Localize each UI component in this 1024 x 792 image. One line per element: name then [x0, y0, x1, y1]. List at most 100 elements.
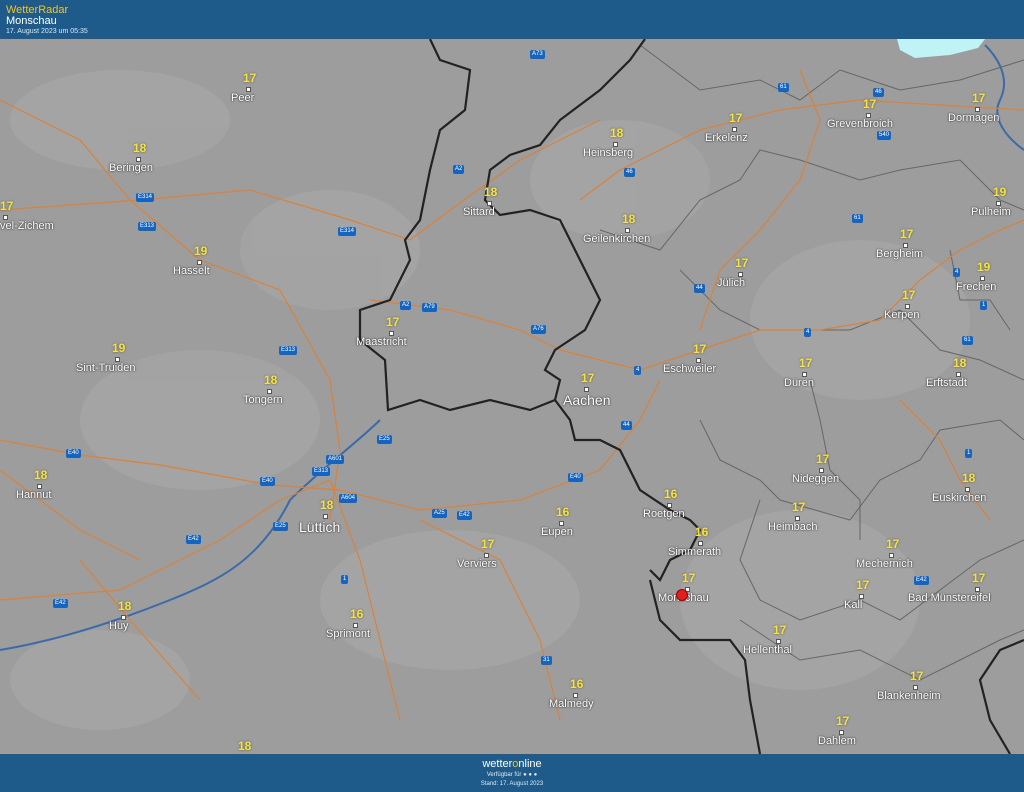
city-name[interactable]: Beringen	[109, 162, 153, 174]
city-name[interactable]: Kall	[844, 599, 862, 611]
city-name[interactable]: Aachen	[563, 392, 610, 408]
stand-text: Stand: 17. August 2023	[480, 781, 544, 787]
road-sign: A25	[432, 509, 447, 518]
city-name[interactable]: Lüttich	[299, 519, 340, 535]
city-name[interactable]: Eupen	[541, 526, 573, 538]
city-name[interactable]: Huy	[109, 620, 129, 632]
road-sign: E42	[914, 576, 929, 585]
road-sign: 61	[852, 214, 863, 223]
wetteronline-logo[interactable]: wetteronline	[0, 758, 1024, 770]
city-temperature: 17	[972, 91, 986, 105]
city-name[interactable]: Dormagen	[948, 112, 999, 124]
road-sign: 4	[804, 328, 812, 337]
road-sign: 540	[877, 131, 892, 140]
city-temperature: 19	[194, 244, 208, 258]
city-name[interactable]: Erkelenz	[705, 132, 748, 144]
city-name[interactable]: Bad Münstereifel	[908, 592, 991, 604]
road-sign: E313	[138, 222, 157, 231]
road-sign: E314	[136, 193, 155, 202]
road-sign: E42	[53, 599, 68, 608]
road-sign: E40	[66, 449, 81, 458]
city-name[interactable]: vel-Zichem	[0, 220, 54, 232]
road-sign: E25	[273, 522, 288, 531]
city-name[interactable]: Erftstadt	[926, 377, 967, 389]
city-name[interactable]: Blankenheim	[877, 690, 941, 702]
city-temperature: 16	[350, 607, 364, 621]
city-temperature: 19	[993, 185, 1007, 199]
city-name[interactable]: Heimbach	[768, 521, 818, 533]
timestamp: 17. August 2023 um 05:35	[6, 28, 88, 35]
road-sign: 1	[341, 575, 349, 584]
city-name[interactable]: Euskirchen	[932, 492, 986, 504]
road-sign: A604	[339, 494, 358, 503]
city-temperature: 17	[693, 342, 707, 356]
city-temperature: 17	[816, 452, 830, 466]
city-name[interactable]: Grevenbroich	[827, 118, 893, 130]
road-sign: 44	[621, 421, 632, 430]
city-name[interactable]: Nideggen	[792, 473, 839, 485]
city-name[interactable]: Hellenthal	[743, 644, 792, 656]
city-temperature: 17	[0, 199, 14, 213]
city-name[interactable]: Tongern	[243, 394, 283, 406]
road-sign: E313	[312, 467, 331, 476]
road-sign: E25	[377, 435, 392, 444]
city-name[interactable]: Sprimont	[326, 628, 370, 640]
city-temperature: 17	[972, 571, 986, 585]
city-temperature: 17	[792, 500, 806, 514]
city-temperature: 18	[118, 599, 132, 613]
city-name[interactable]: Verviers	[457, 558, 497, 570]
road-sign: E42	[186, 535, 201, 544]
city-temperature: 18	[953, 356, 967, 370]
city-name[interactable]: Eschweiler	[663, 363, 716, 375]
city-name[interactable]: Heinsberg	[583, 147, 633, 159]
city-temperature: 17	[910, 669, 924, 683]
city-name[interactable]: Frechen	[956, 281, 996, 293]
city-name[interactable]: Hannut	[16, 489, 51, 501]
city-name[interactable]: Mechernich	[856, 558, 913, 570]
city-temperature: 18	[610, 126, 624, 140]
city-temperature: 18	[238, 739, 252, 753]
road-sign: A2	[400, 301, 412, 310]
city-temperature: 18	[484, 185, 498, 199]
road-sign: A2	[453, 165, 465, 174]
location-title: Monschau	[6, 15, 57, 27]
location-pin-icon[interactable]	[676, 589, 688, 601]
map-background	[0, 39, 1024, 754]
road-sign: A73	[530, 50, 545, 59]
road-sign: A601	[326, 455, 345, 464]
city-temperature: 16	[664, 487, 678, 501]
road-sign: 46	[873, 88, 884, 97]
city-name[interactable]: Sittard	[463, 206, 495, 218]
city-temperature: 18	[962, 471, 976, 485]
road-sign: 46	[624, 168, 635, 177]
app-footer: wetteronline Verfügbar für ● ● ● Stand: …	[0, 754, 1024, 792]
city-name[interactable]: Bergheim	[876, 248, 923, 260]
city-temperature: 17	[836, 714, 850, 728]
city-name[interactable]: Hasselt	[173, 265, 210, 277]
city-name[interactable]: Sint-Truiden	[76, 362, 136, 374]
city-name[interactable]: Maastricht	[356, 336, 407, 348]
city-name[interactable]: Pulheim	[971, 206, 1011, 218]
city-temperature: 17	[581, 371, 595, 385]
city-temperature: 18	[320, 498, 334, 512]
city-name[interactable]: Simmerath	[668, 546, 721, 558]
city-name[interactable]: Roetgen	[643, 508, 685, 520]
city-name[interactable]: Dahlem	[818, 735, 856, 747]
city-temperature: 17	[773, 623, 787, 637]
city-temperature: 17	[902, 288, 916, 302]
road-sign: E42	[457, 511, 472, 520]
city-name[interactable]: Geilenkirchen	[583, 233, 650, 245]
city-name[interactable]: Peer	[231, 92, 254, 104]
road-sign: 31	[541, 656, 552, 665]
city-temperature: 17	[856, 578, 870, 592]
city-temperature: 17	[682, 571, 696, 585]
city-temperature: 18	[264, 373, 278, 387]
city-temperature: 18	[34, 468, 48, 482]
city-name[interactable]: Jülich	[717, 277, 745, 289]
road-sign: E40	[260, 477, 275, 486]
weather-map[interactable]: 17 Peer 18 Beringen 18 Heinsberg 17 Erkelenz 17 G…	[0, 39, 1024, 754]
app-header: WetterRadar Monschau 17. August 2023 um …	[0, 0, 1024, 39]
city-name[interactable]: Düren	[784, 377, 814, 389]
city-name[interactable]: Kerpen	[884, 309, 919, 321]
city-name[interactable]: Malmedy	[549, 698, 594, 710]
